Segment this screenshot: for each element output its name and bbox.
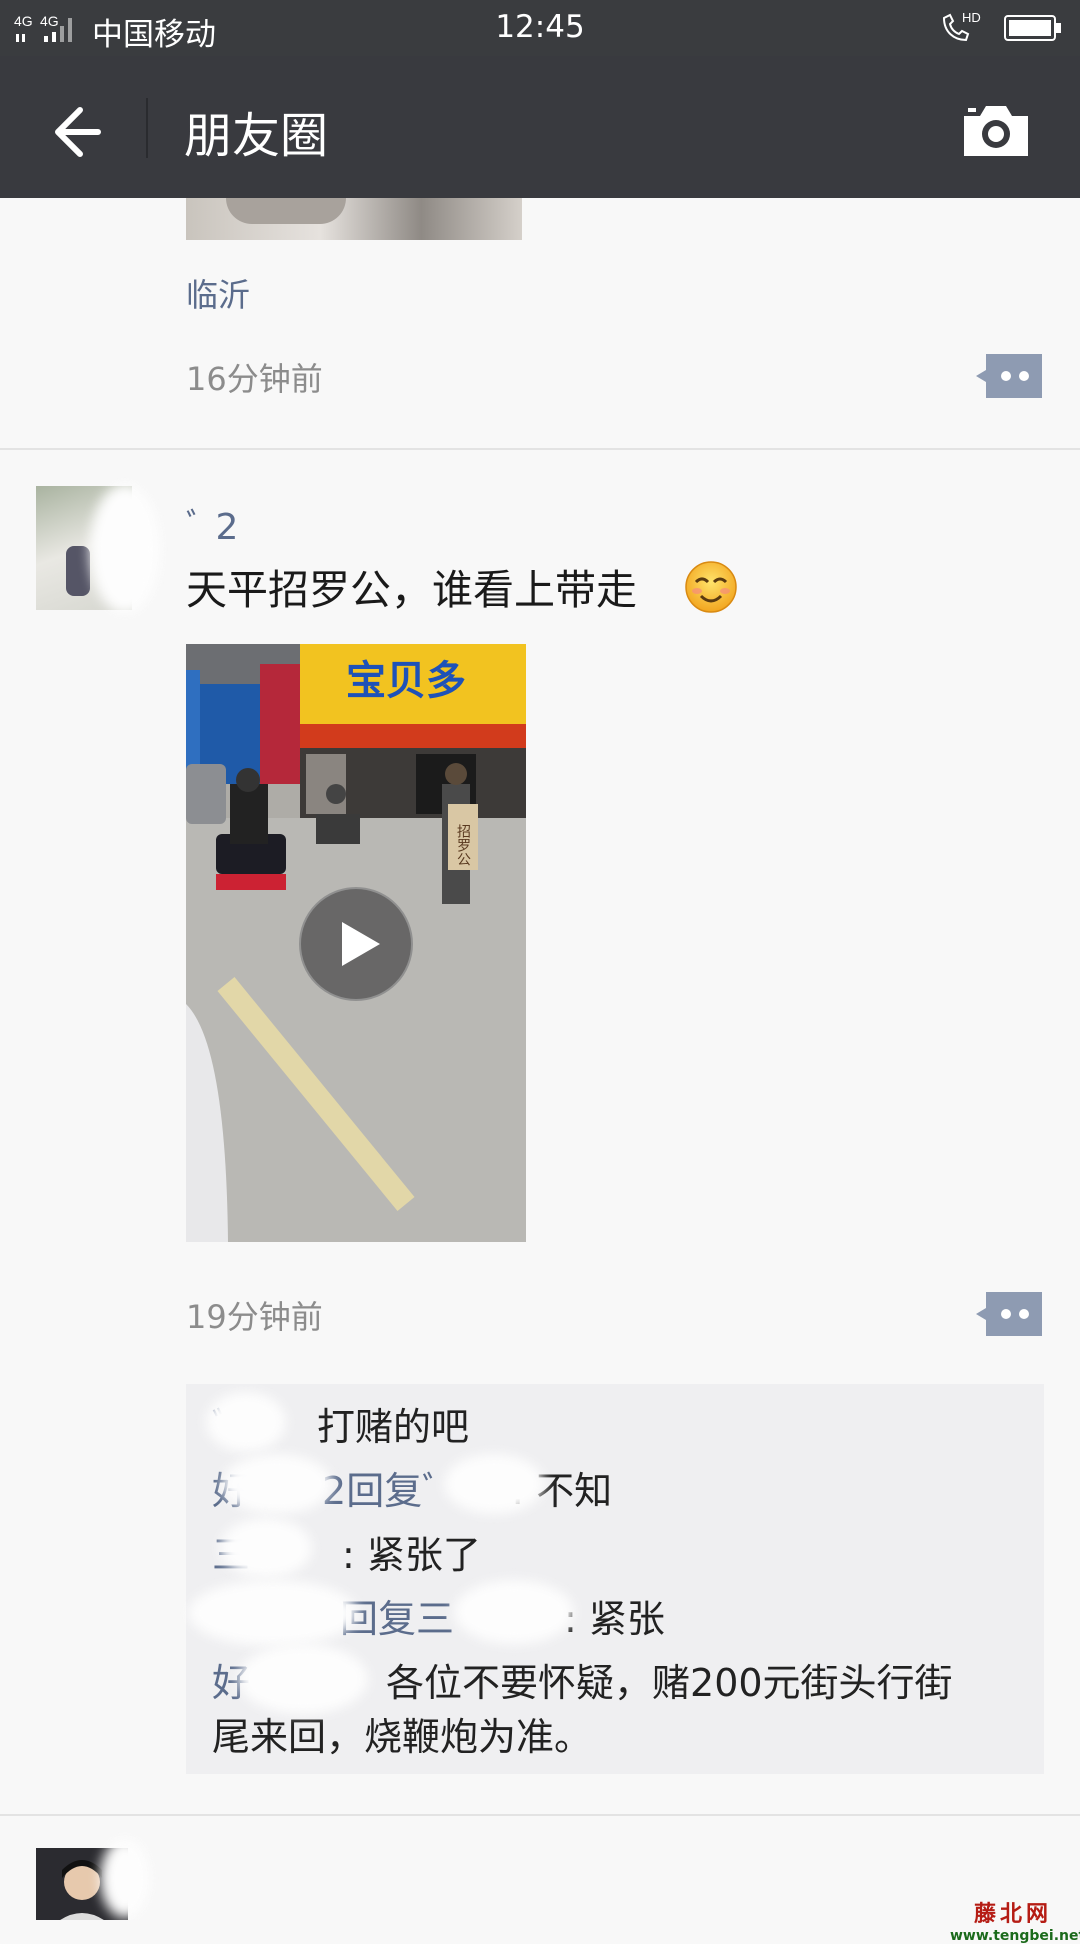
privacy-blur: [238, 1644, 368, 1714]
privacy-blur: [188, 1580, 358, 1646]
privacy-blur: [100, 1838, 150, 1918]
status-bar: 4G 4G 中国移动 12:45 HD: [0, 0, 1080, 56]
comment-text: 各位不要怀疑，赌200元街头行街: [386, 1661, 953, 1705]
comment-text: : 紧张了: [342, 1533, 481, 1577]
privacy-blur: [206, 1392, 286, 1452]
post-time: 19分钟前: [186, 1298, 323, 1336]
watermark-site-name: 藤北网: [973, 1901, 1052, 1927]
comment-more-icon[interactable]: [976, 354, 1042, 398]
comments-panel: ﾞ打赌的吧 好2回复ﾞ: 不知 三: 紧张了 回复三: 紧张 好各位不要怀疑，赌…: [186, 1384, 1044, 1774]
sign-text: 招罗公: [455, 824, 471, 866]
page-title: 朋友圈: [184, 108, 329, 164]
comment-text-continued: 尾来回，烧鞭炮为准。: [212, 1715, 593, 1759]
comment-text: 打赌的吧: [317, 1405, 470, 1449]
post-video[interactable]: 宝贝多 招罗公: [186, 644, 526, 1242]
comment-reply-label: 2回复: [322, 1469, 423, 1513]
comment-text: : 紧张: [564, 1597, 665, 1641]
post-separator: [0, 1814, 1080, 1816]
privacy-blur: [90, 484, 160, 614]
svg-text:HD: HD: [962, 10, 981, 25]
reply-target[interactable]: ﾞ: [422, 1469, 441, 1513]
privacy-blur: [222, 1454, 332, 1514]
camera-icon[interactable]: [960, 100, 1032, 162]
battery-icon: [1004, 15, 1061, 41]
previous-post-image[interactable]: [186, 198, 522, 240]
post-separator: [0, 448, 1080, 450]
watermark-url: www.tengbei.net: [950, 1928, 1080, 1944]
clock: 12:45: [495, 9, 585, 45]
post-text: 天平招罗公，谁看上带走: [186, 566, 637, 614]
comment-reply-label: 回复三: [340, 1597, 455, 1641]
smirk-emoji-icon: [685, 561, 737, 613]
post-time: 16分钟前: [186, 360, 323, 398]
play-icon[interactable]: [298, 886, 414, 1002]
comment-more-icon[interactable]: [976, 1292, 1042, 1336]
store-sign: 宝贝多: [346, 658, 466, 704]
username[interactable]: ﾞ 2: [186, 498, 238, 550]
hd-call-icon: HD: [942, 10, 981, 42]
title-divider: [146, 98, 148, 158]
privacy-blur: [220, 1518, 312, 1578]
post-location[interactable]: 临沂: [186, 270, 250, 316]
title-bar: 朋友圈: [0, 56, 1080, 198]
privacy-blur: [444, 1454, 544, 1514]
moments-feed[interactable]: 临沂 16分钟前 ﾞ 2 天平招罗公，谁看上带走 宝贝多 招罗公 19分钟前 打…: [0, 198, 1080, 1920]
site-watermark: 藤北网 www.tengbei.net: [950, 1896, 1080, 1944]
back-arrow-icon[interactable]: [36, 96, 108, 168]
privacy-blur: [454, 1580, 574, 1644]
